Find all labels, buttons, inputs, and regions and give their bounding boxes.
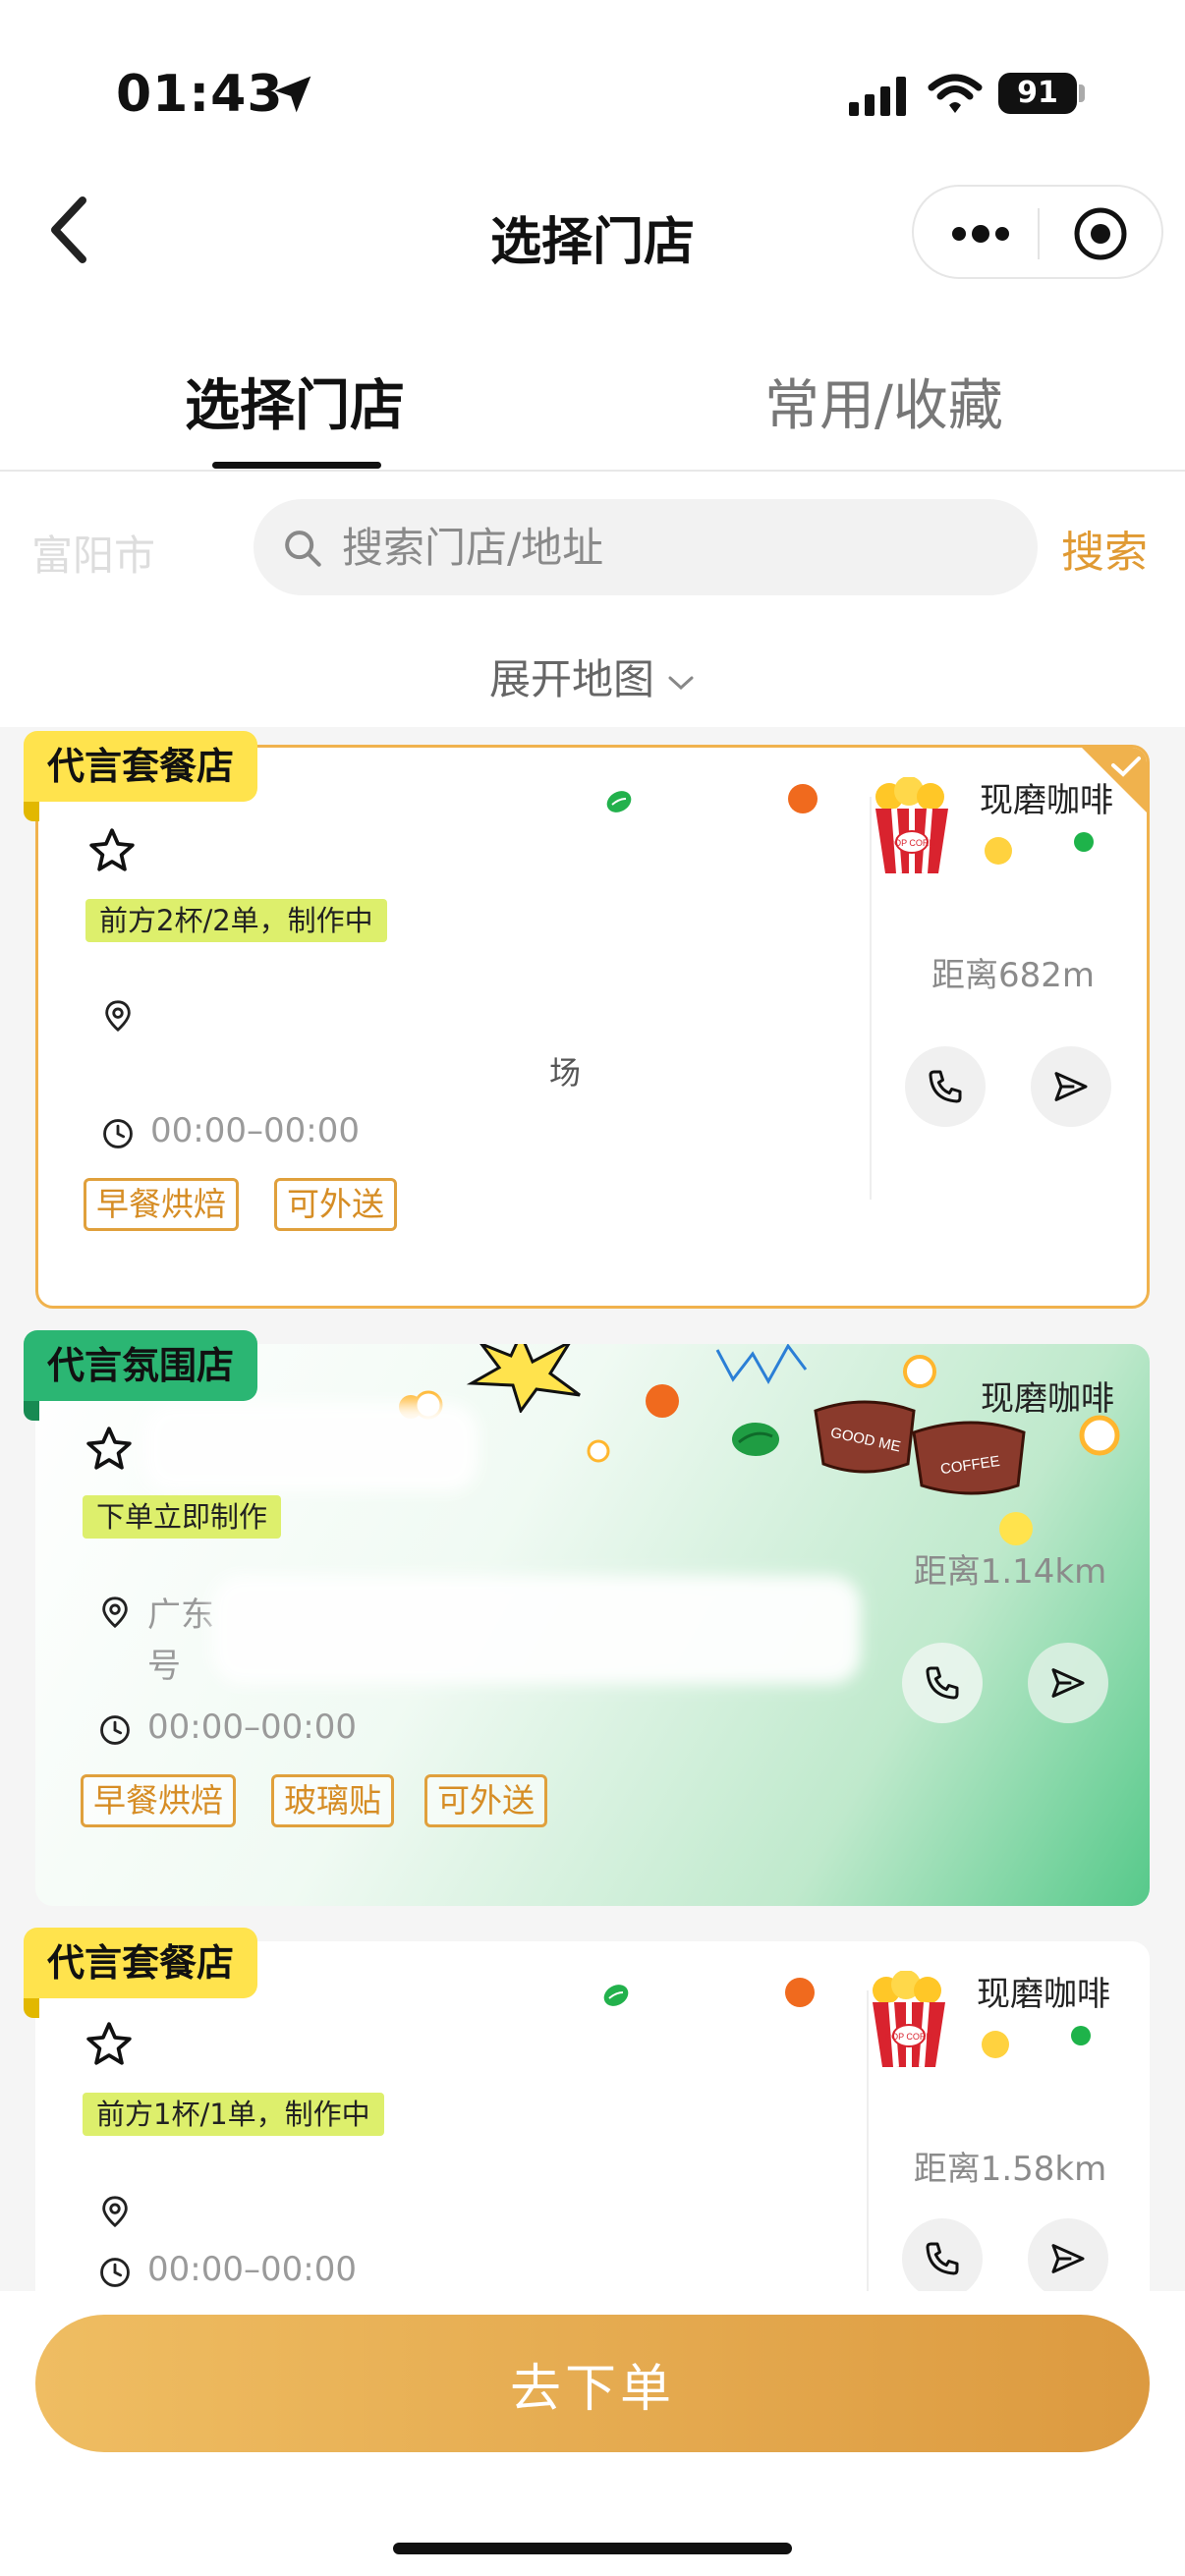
send-arrow-icon — [1051, 1668, 1085, 1698]
store-tag: 早餐烘焙 — [84, 1178, 239, 1231]
navigate-button[interactable] — [1028, 1643, 1108, 1723]
clock-icon — [100, 1715, 130, 1745]
popcorn-logo-text: POP CORN — [885, 2032, 932, 2042]
search-box — [254, 499, 1038, 595]
clock-icon — [100, 2258, 130, 2287]
store-hours: 00:00–00:00 — [147, 1708, 357, 1747]
orange-candy-icon — [785, 1978, 815, 2007]
status-time: 01:43 — [116, 65, 284, 124]
orange-candy-icon — [788, 784, 818, 813]
miniapp-capsule — [912, 185, 1163, 279]
redacted-store-name — [145, 2018, 470, 2073]
badge-fold — [24, 1998, 39, 2018]
location-pin-icon — [105, 1000, 131, 1033]
search-icon — [285, 531, 321, 567]
coffee-bean-icon — [603, 1985, 629, 2006]
call-button[interactable] — [902, 1643, 983, 1723]
clock-icon — [103, 1119, 133, 1148]
expand-map-label: 展开地图 — [488, 655, 654, 703]
send-arrow-icon — [1051, 2244, 1085, 2273]
popcorn-kernel-icon — [985, 837, 1012, 865]
orange-candy-icon — [646, 1384, 679, 1418]
city-selector[interactable]: 富阳市 — [31, 523, 155, 583]
favorite-star-icon[interactable] — [85, 2020, 134, 2069]
store-badge: 代言套餐店 — [24, 731, 258, 802]
wifi-icon — [928, 74, 983, 113]
redacted-address — [145, 2187, 755, 2242]
capsule-divider — [1038, 208, 1040, 259]
store-distance: 距离682m — [931, 956, 1095, 995]
store-badge: 代言套餐店 — [24, 1928, 258, 1998]
redacted-address — [148, 993, 817, 1092]
battery-cap — [1079, 84, 1085, 102]
popcorn-decoration-icon — [903, 1355, 936, 1388]
home-indicator — [393, 2543, 792, 2554]
tab-select-store[interactable]: 选择门店 — [185, 362, 405, 441]
store-distance: 距离1.14km — [913, 1552, 1107, 1592]
location-pin-icon — [102, 2196, 128, 2228]
badge-fold — [24, 802, 39, 821]
coffee-bean-icon — [732, 1423, 779, 1456]
store-card[interactable]: 前方2杯/2单，制作中 场 00:00–00:00 早餐烘焙 可外送 POP C… — [35, 745, 1150, 1309]
tab-favorites[interactable]: 常用/收藏 — [764, 362, 1003, 441]
store-tag: 可外送 — [424, 1774, 547, 1827]
battery-level: 91 — [998, 73, 1077, 114]
popcorn-kernel-icon — [982, 2031, 1009, 2058]
search-button[interactable]: 搜索 — [1061, 517, 1148, 580]
blue-scribble-icon — [715, 1344, 808, 1385]
store-address-line2: 号 — [147, 1647, 181, 1686]
chevron-down-icon — [668, 676, 694, 690]
store-hours: 00:00–00:00 — [150, 1111, 360, 1150]
store-hours: 00:00–00:00 — [147, 2250, 357, 2289]
green-dot-icon — [1071, 2026, 1091, 2045]
active-tab-indicator — [212, 462, 381, 469]
store-tag: 早餐烘焙 — [81, 1774, 236, 1827]
send-arrow-icon — [1054, 1072, 1088, 1101]
popcorn-logo-icon: POP CORN — [875, 777, 948, 874]
popcorn-kernel-icon — [587, 1439, 610, 1463]
queue-status: 前方2杯/2单，制作中 — [85, 899, 387, 942]
redacted-address — [212, 1576, 861, 1684]
expand-map-toggle[interactable]: 展开地图 — [0, 646, 1185, 706]
navigate-button[interactable] — [1028, 2218, 1108, 2299]
store-tag: 可外送 — [274, 1178, 397, 1231]
search-input[interactable] — [342, 517, 1010, 578]
location-pin-icon — [102, 1596, 128, 1629]
navigate-button[interactable] — [1031, 1046, 1111, 1127]
burst-decoration-icon — [466, 1344, 581, 1413]
popcorn-logo-icon: POP CORN — [873, 1971, 945, 2068]
store-category: 现磨咖啡 — [981, 1379, 1114, 1419]
place-order-button[interactable]: 去下单 — [35, 2315, 1150, 2452]
yellow-ball-icon — [999, 1512, 1033, 1545]
favorite-star-icon[interactable] — [85, 1425, 134, 1474]
store-distance: 距离1.58km — [913, 2150, 1107, 2189]
call-button[interactable] — [902, 2218, 983, 2299]
coffee-bean-icon — [606, 791, 632, 812]
tab-divider — [0, 470, 1185, 472]
phone-icon — [926, 2242, 959, 2275]
cellular-signal-icon — [849, 77, 906, 116]
call-button[interactable] — [905, 1046, 986, 1127]
store-card[interactable]: GOOD ME COFFEE 下单立即制作 广东 号 00:00–00:00 早餐… — [35, 1344, 1150, 1906]
redacted-store-name — [143, 1403, 478, 1491]
location-arrow-icon — [274, 76, 311, 113]
store-tag: 玻璃贴 — [271, 1774, 394, 1827]
more-dots-icon[interactable] — [949, 216, 1012, 252]
redacted-store-name — [156, 826, 490, 881]
green-dot-icon — [1074, 832, 1094, 852]
queue-status: 下单立即制作 — [83, 1495, 282, 1539]
queue-status: 前方1杯/1单，制作中 — [83, 2093, 384, 2136]
store-category: 现磨咖啡 — [977, 1975, 1110, 2014]
store-category: 现磨咖啡 — [980, 781, 1113, 820]
phone-icon — [929, 1070, 962, 1103]
favorite-star-icon[interactable] — [87, 826, 137, 875]
phone-icon — [926, 1666, 959, 1700]
popcorn-logo-text: POP CORN — [888, 838, 935, 848]
close-miniapp-icon[interactable] — [1071, 204, 1130, 263]
store-address-fragment: 场 — [549, 1054, 582, 1092]
store-badge: 代言氛围店 — [24, 1330, 258, 1401]
badge-fold — [24, 1401, 39, 1421]
store-address-fragment: 广东 — [147, 1596, 214, 1635]
